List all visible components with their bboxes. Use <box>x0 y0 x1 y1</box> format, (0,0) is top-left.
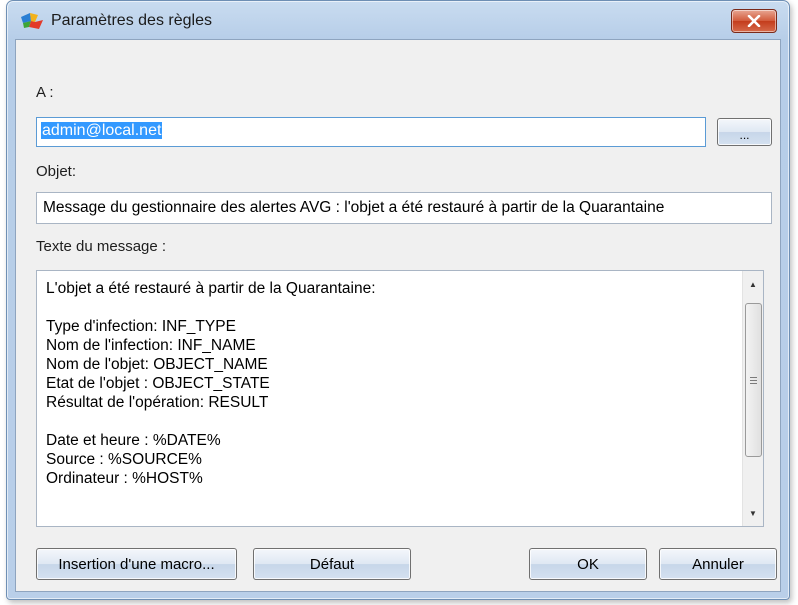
close-icon <box>747 15 761 27</box>
cancel-button[interactable]: Annuler <box>659 548 777 580</box>
message-line: Type d'infection: INF_TYPE <box>46 318 236 335</box>
browse-button[interactable]: ... <box>717 118 772 146</box>
to-value: admin@local.net <box>41 122 163 139</box>
message-line: Source : %SOURCE% <box>46 451 202 468</box>
subject-label: Objet: <box>36 163 77 180</box>
window-title: Paramètres des règles <box>51 12 212 29</box>
message-line: Ordinateur : %HOST% <box>46 470 203 487</box>
to-input[interactable]: admin@local.net <box>36 117 706 147</box>
message-line <box>46 412 733 431</box>
message-body-textarea[interactable]: L'objet a été restauré à partir de la Qu… <box>36 270 764 527</box>
message-line <box>46 298 733 317</box>
subject-value: Message du gestionnaire des alertes AVG … <box>43 199 665 216</box>
subject-input[interactable]: Message du gestionnaire des alertes AVG … <box>36 192 772 224</box>
ok-button[interactable]: OK <box>529 548 647 580</box>
close-button[interactable] <box>731 9 777 33</box>
scrollbar-thumb[interactable] <box>745 303 762 457</box>
scroll-up-arrow-icon[interactable]: ▲ <box>743 275 763 293</box>
dialog-window: Paramètres des règles A : admin@local.ne… <box>6 0 790 600</box>
message-line: Nom de l'objet: OBJECT_NAME <box>46 356 268 373</box>
message-body-text: L'objet a été restauré à partir de la Qu… <box>46 279 733 519</box>
dialog-body: A : admin@local.net ... Objet: Message d… <box>15 39 781 592</box>
default-button[interactable]: Défaut <box>253 548 411 580</box>
scroll-down-arrow-icon[interactable]: ▼ <box>743 504 763 522</box>
avg-logo-icon <box>21 13 43 29</box>
grip-icon <box>750 376 757 384</box>
message-line: L'objet a été restauré à partir de la Qu… <box>46 280 376 297</box>
message-line: Résultat de l'opération: RESULT <box>46 394 269 411</box>
message-line: Date et heure : %DATE% <box>46 432 221 449</box>
title-bar[interactable]: Paramètres des règles <box>7 1 789 39</box>
message-line: Etat de l'objet : OBJECT_STATE <box>46 375 270 392</box>
to-label: A : <box>36 84 54 101</box>
insert-macro-button[interactable]: Insertion d'une macro... <box>36 548 237 580</box>
vertical-scrollbar[interactable]: ▲ ▼ <box>742 271 763 526</box>
message-line: Nom de l'infection: INF_NAME <box>46 337 256 354</box>
message-body-label: Texte du message : <box>36 238 167 255</box>
